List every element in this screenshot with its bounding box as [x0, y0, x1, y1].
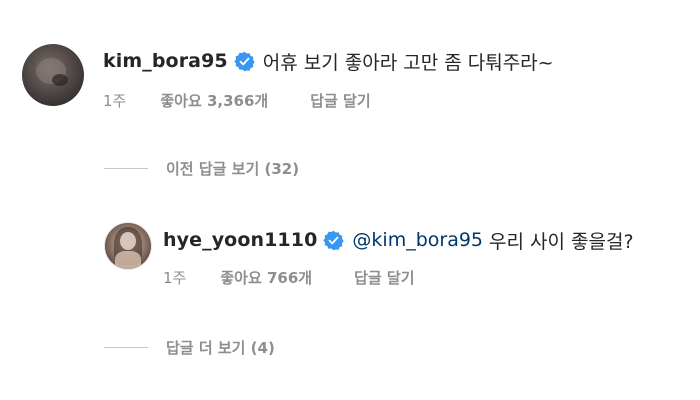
comment-thread: kim_bora95 어휴 보기 좋아라 고만 좀 다퉈주라~ 1주 좋아요 3… — [0, 0, 700, 400]
reply-button[interactable]: 답글 달기 — [310, 90, 370, 111]
divider-line — [104, 346, 148, 348]
verified-badge-icon — [233, 51, 255, 71]
comment-text: 어휴 보기 좋아라 고만 좀 다퉈주라~ — [262, 51, 554, 74]
comment-timestamp[interactable]: 1주 — [103, 90, 126, 111]
reply-avatar[interactable] — [104, 222, 152, 270]
comment-username[interactable]: kim_bora95 — [103, 50, 228, 72]
avatar-photo-detail — [120, 232, 136, 250]
comment-body: kim_bora95 어휴 보기 좋아라 고만 좀 다퉈주라~ — [103, 45, 554, 77]
reply-timestamp[interactable]: 1주 — [163, 267, 186, 288]
view-previous-replies-button[interactable]: 이전 답글 보기 (32) — [104, 158, 299, 178]
reply-username[interactable]: hye_yoon1110 — [163, 229, 317, 251]
reply-likes-count[interactable]: 좋아요 766개 — [220, 267, 312, 288]
mention-link[interactable]: @kim_bora95 — [352, 229, 483, 251]
view-previous-replies-label[interactable]: 이전 답글 보기 (32) — [166, 158, 299, 179]
comment-likes-count[interactable]: 좋아요 3,366개 — [160, 90, 268, 111]
view-more-replies-button[interactable]: 답글 더 보기 (4) — [104, 337, 275, 357]
avatar[interactable] — [22, 44, 84, 106]
view-more-replies-label[interactable]: 답글 더 보기 (4) — [166, 337, 275, 358]
verified-badge-icon — [323, 230, 345, 250]
reply-text: 우리 사이 좋을걸? — [489, 230, 634, 253]
comment-meta: 1주 좋아요 3,366개 답글 달기 — [103, 90, 371, 110]
divider-line — [104, 167, 148, 169]
reply-button[interactable]: 답글 달기 — [354, 267, 414, 288]
reply-body: hye_yoon1110 @kim_bora95 우리 사이 좋을걸? — [163, 225, 634, 255]
avatar-photo-detail — [52, 74, 68, 86]
avatar-photo-detail — [115, 251, 141, 269]
reply-meta: 1주 좋아요 766개 답글 달기 — [163, 267, 415, 287]
